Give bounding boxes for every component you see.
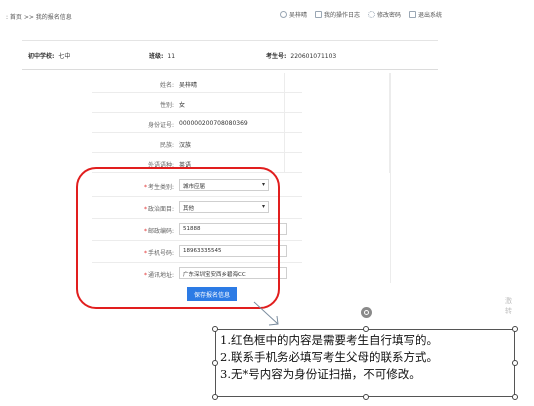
logout-label: 退出系统 [417,12,442,19]
log-link[interactable]: 我的操作日志 [314,10,360,19]
annotation-box[interactable]: 1.红色框中的内容是需要考生自行填写的。 2.联系手机务必填写考生父母的联系方式… [215,329,515,397]
user-link[interactable]: 吴梓晴 [279,10,307,19]
log-label: 我的操作日志 [323,12,360,19]
breadcrumb: : 首页 >> 我的报名信息 [6,14,72,21]
change-password-label: 修改密码 [376,12,401,19]
annotation-line: 2.联系手机务必填写考生父母的联系方式。 [220,350,438,364]
resize-handle[interactable] [512,326,518,332]
log-icon [314,11,322,18]
row-value: 000000200708080369 [179,120,248,127]
resize-handle[interactable] [363,394,369,400]
rotate-handle-icon[interactable] [361,307,372,318]
annotation-line: 3.无*号内容为身份证扫描，不可修改。 [220,367,421,381]
exam-no-label: 考生号: [266,53,287,60]
row-value: 女 [179,102,186,109]
exit-icon [408,11,416,18]
resize-handle[interactable] [212,326,218,332]
watermark-line: 转 [505,307,512,315]
row-value: 汉族 [179,142,192,149]
row-gender: 性别: 女 [92,93,302,113]
annotation-line: 1.红色框中的内容是需要考生自行填写的。 [220,333,438,347]
change-password-link[interactable]: 修改密码 [367,10,401,19]
row-label: 身份证号: [147,122,174,129]
resize-handle[interactable] [212,394,218,400]
row-name: 姓名: 吴梓晴 [92,73,302,93]
school-label: 初中学校: [28,53,55,60]
top-bar: : 首页 >> 我的报名信息 吴梓晴 我的操作日志 修改密码 退出系统 [0,0,534,30]
right-divider [390,73,391,283]
resize-handle[interactable] [512,394,518,400]
row-value: 吴梓晴 [179,82,198,89]
resize-handle[interactable] [512,360,518,366]
resize-handle[interactable] [212,360,218,366]
row-ethnicity: 民族: 汉族 [92,133,302,153]
exam-no-value: 220601071103 [290,53,337,60]
row-label: 姓名: [159,82,174,89]
exam-no-cell: 考生号: 220601071103 [266,51,336,60]
user-icon [279,11,287,18]
logout-link[interactable]: 退出系统 [408,10,442,19]
gear-icon [367,11,375,18]
highlight-frame [76,167,280,309]
arrow-icon [253,301,279,326]
class-label: 班级: [149,53,164,60]
school-value: 七中 [58,53,71,60]
header-row: 初中学校: 七中 班级: 11 考生号: 220601071103 [22,41,438,65]
row-label: 民族: [159,142,174,149]
header-divider [22,69,438,70]
resize-handle[interactable] [363,326,369,332]
user-name: 吴梓晴 [288,12,307,19]
class-value: 11 [167,53,176,60]
class-cell: 班级: 11 [149,51,175,60]
watermark: 激 转 [505,296,512,316]
school-cell: 初中学校: 七中 [28,51,70,60]
top-links: 吴梓晴 我的操作日志 修改密码 退出系统 [279,10,442,19]
watermark-line: 激 [505,297,512,305]
row-id-number: 身份证号: 000000200708080369 [92,113,302,133]
row-label: 性别: [159,102,174,109]
